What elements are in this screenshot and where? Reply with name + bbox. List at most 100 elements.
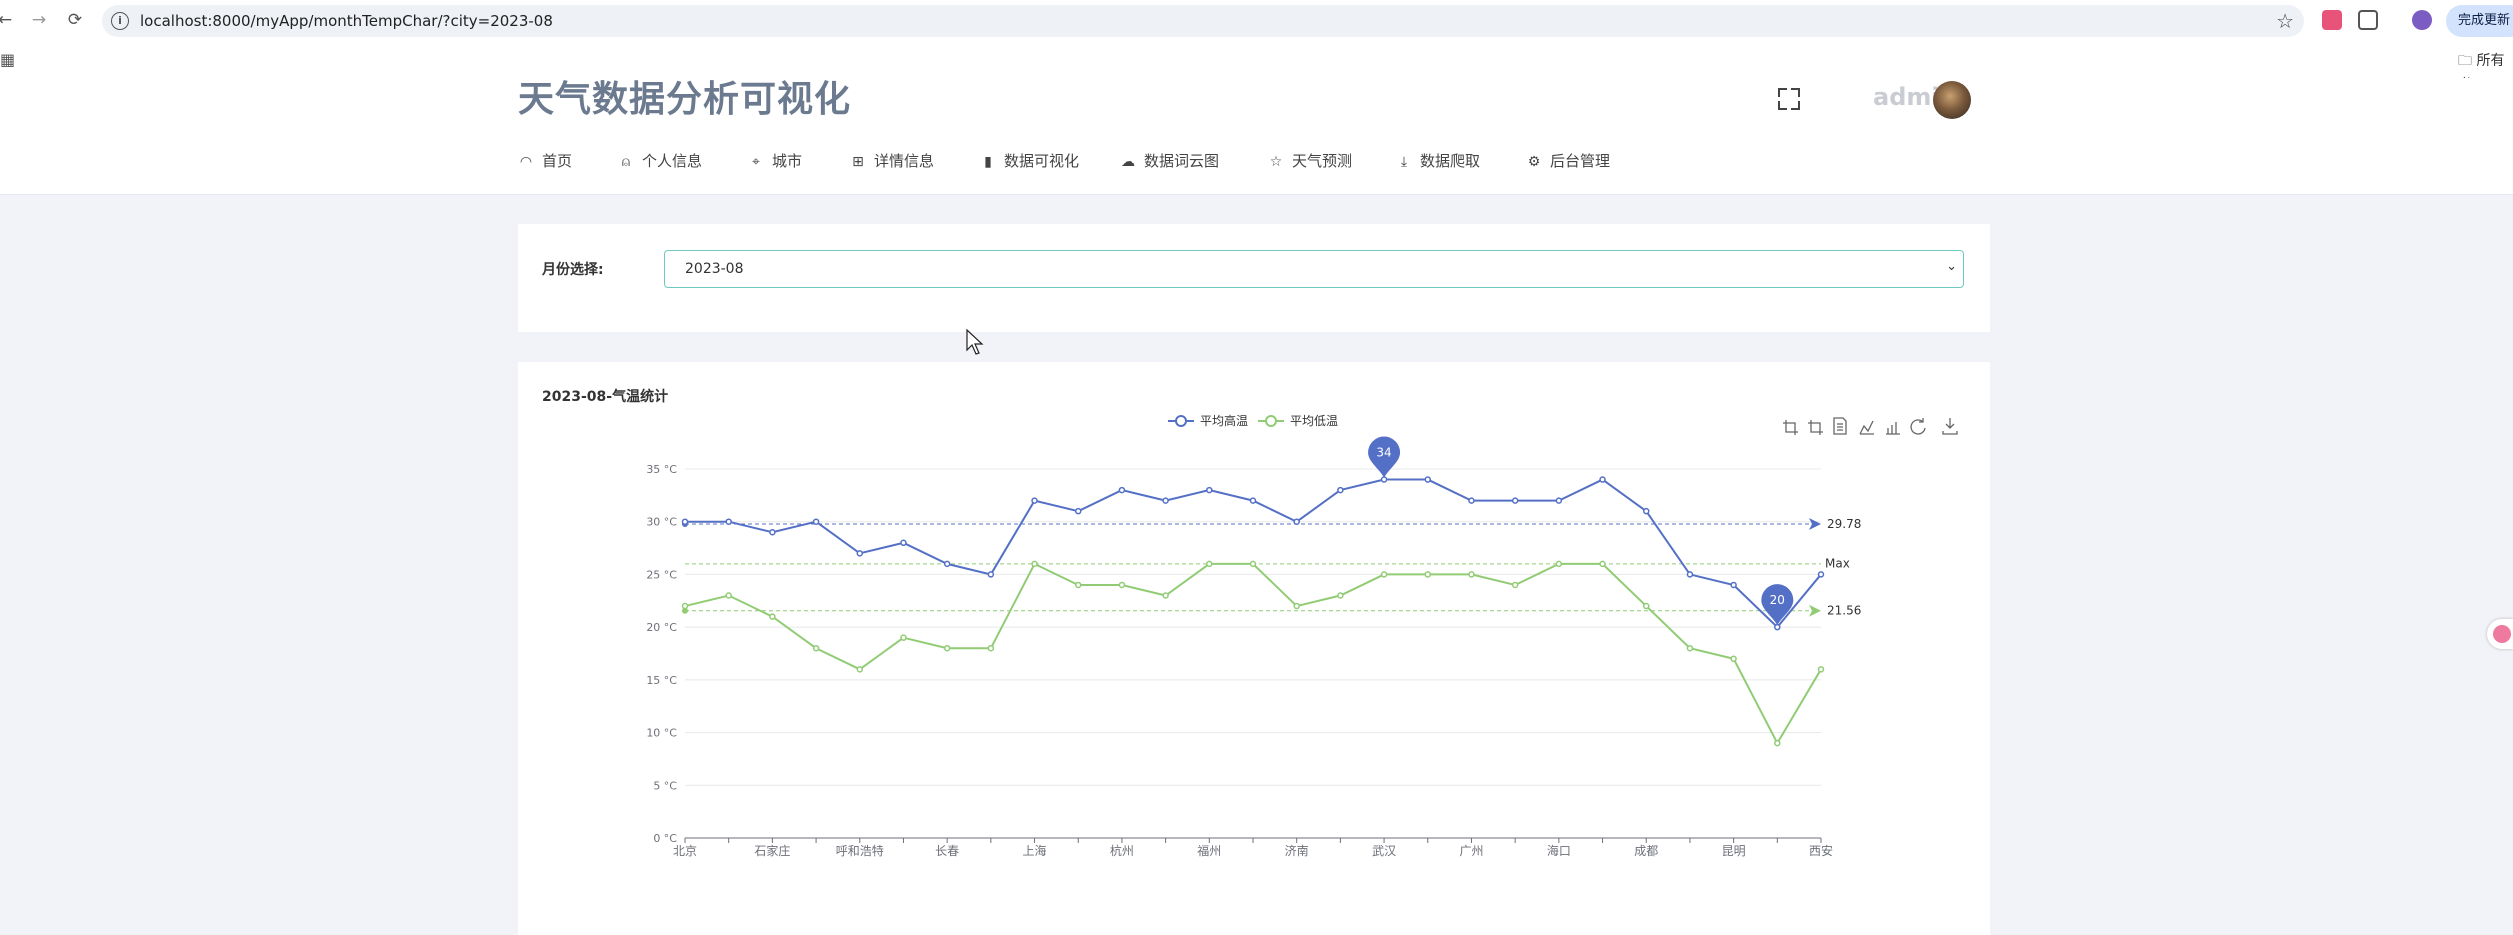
data-point (987, 644, 995, 652)
y-tick-label: 20 °C (646, 621, 677, 634)
zoom-reset-icon[interactable] (1808, 420, 1823, 435)
bar-chart-icon: ▮ (984, 154, 992, 170)
data-point (1555, 497, 1563, 504)
menu-item-city[interactable]: ⌖ 城市 (748, 150, 802, 178)
menu-item-label: 数据词云图 (1144, 152, 1220, 170)
average-line-label: 21.56 (1827, 604, 1861, 618)
translate-float-icon[interactable] (2487, 619, 2513, 649)
data-point (1468, 571, 1475, 578)
x-tick-label: 上海 (1023, 843, 1047, 858)
menu-item-home[interactable]: ◠ 首页 (518, 150, 572, 178)
data-point (1642, 507, 1650, 515)
menu-item-crawler[interactable]: ⤓ 数据爬取 (1396, 150, 1480, 178)
data-point (1293, 602, 1300, 610)
save-image-icon[interactable] (1942, 418, 1958, 435)
data-point (1730, 655, 1737, 663)
data-point (769, 613, 776, 620)
x-tick-label: 武汉 (1372, 844, 1396, 858)
restore-icon[interactable] (1910, 418, 1926, 435)
y-tick-label: 25 °C (646, 568, 677, 581)
chart-toolbox[interactable] (1783, 417, 1958, 435)
month-select-value: 2023-08 (685, 261, 744, 277)
data-point (943, 644, 951, 652)
site-info-icon[interactable]: i (111, 12, 129, 30)
data-point (1162, 497, 1169, 504)
data-point (1162, 592, 1169, 599)
zoom-icon[interactable] (1783, 420, 1798, 435)
x-tick-label: 西安 (1809, 843, 1833, 858)
data-point (1468, 497, 1475, 504)
menu-item-label: 详情信息 (874, 152, 935, 170)
back-icon[interactable]: ← (0, 9, 16, 31)
data-point (1380, 571, 1388, 578)
chart-card: 2023-08-气温统计 平均高温 平均低温 0 °C 5 °C 10 °C 15 °… (518, 362, 1990, 935)
month-select[interactable]: 2023-08 ⌄ (664, 250, 1964, 288)
bookmark-star-icon[interactable]: ☆ (2276, 9, 2294, 33)
data-point (1380, 476, 1388, 483)
extensions-puzzle-icon[interactable] (2358, 10, 2378, 30)
menu-item-details[interactable]: ⊞ 详情信息 (850, 150, 934, 178)
menu-item-label: 首页 (542, 152, 573, 170)
data-point (1206, 486, 1213, 494)
y-tick-label: 5 °C (653, 779, 677, 792)
url-text[interactable]: localhost:8000/myApp/monthTempChar/?city… (140, 12, 553, 30)
legend-item-high: 平均高温 (1200, 413, 1248, 428)
data-point (1424, 571, 1432, 578)
menu-item-admin[interactable]: ⚙ 后台管理 (1526, 150, 1610, 178)
apps-grid-icon[interactable]: ▦ (0, 50, 15, 69)
data-point (1031, 560, 1038, 568)
fullscreen-icon[interactable] (1778, 88, 1800, 110)
data-point (1337, 486, 1344, 494)
data-view-icon[interactable] (1833, 417, 1847, 435)
data-point (856, 550, 864, 557)
data-point (1511, 497, 1519, 504)
y-tick-label: 35 °C (646, 463, 677, 476)
data-point (1337, 592, 1344, 599)
y-tick-label: 10 °C (646, 727, 677, 740)
user-icon: ⍝ (621, 154, 631, 170)
x-tick-label: 广州 (1459, 844, 1483, 858)
download-icon: ⤓ (1400, 154, 1408, 170)
translate-extension-icon[interactable] (2322, 10, 2342, 30)
star-icon: ☆ (1269, 154, 1283, 170)
x-tick-label: 海口 (1547, 843, 1571, 858)
menu-item-profile[interactable]: ⍝ 个人信息 (618, 150, 702, 178)
menu-item-forecast[interactable]: ☆ 天气预测 (1268, 150, 1352, 178)
x-tick-label: 长春 (935, 844, 959, 858)
data-point (1074, 507, 1082, 515)
bar-chart-icon[interactable] (1886, 422, 1900, 435)
temperature-line-chart[interactable]: 平均高温 平均低温 0 °C5 °C10 °C15 °C20 °C25 °C30… (518, 362, 1990, 935)
average-line-label: 29.78 (1827, 517, 1861, 531)
menu-item-label: 数据爬取 (1420, 152, 1481, 170)
menu-item-wordcloud[interactable]: ☁ 数据词云图 (1120, 150, 1219, 178)
data-point (1249, 497, 1257, 504)
line-chart-icon[interactable] (1859, 420, 1874, 435)
x-tick-label: 呼和浩特 (836, 843, 884, 858)
x-tick-label: 福州 (1197, 843, 1221, 858)
avatar[interactable] (1933, 81, 1971, 119)
grid-icon: ⊞ (852, 154, 864, 170)
menu-item-label: 城市 (772, 152, 803, 170)
update-button[interactable]: 完成更新 (2446, 5, 2513, 37)
data-point (769, 529, 776, 536)
menu-item-visualization[interactable]: ▮ 数据可视化 (980, 150, 1079, 178)
profile-icon[interactable] (2412, 10, 2432, 30)
data-point (900, 634, 907, 641)
data-point (1424, 476, 1432, 483)
x-tick-label: 成都 (1634, 844, 1658, 858)
data-point (1118, 581, 1126, 589)
month-select-label: 月份选择: (542, 262, 604, 278)
data-point (812, 644, 820, 652)
chart-legend[interactable]: 平均高温 平均低温 (1168, 413, 1338, 428)
data-point (681, 518, 689, 525)
reload-icon[interactable]: ⟳ (64, 9, 86, 31)
site-header: 天气数据分析可视化 admin ◠ 首页 ⍝ 个人信息 ⌖ 城市 ⊞ 详情信息 ▮ 数据可… (0, 78, 2513, 195)
forward-icon[interactable]: → (28, 9, 50, 31)
cloud-icon: ☁ (1121, 154, 1135, 170)
location-pin-icon: ⌖ (752, 154, 760, 170)
address-bar[interactable]: i localhost:8000/myApp/monthTempChar/?ci… (102, 5, 2304, 37)
data-point (1817, 571, 1825, 578)
average-line-arrow (1809, 518, 1821, 531)
mouse-cursor-icon (966, 328, 984, 355)
data-point (1599, 476, 1606, 483)
